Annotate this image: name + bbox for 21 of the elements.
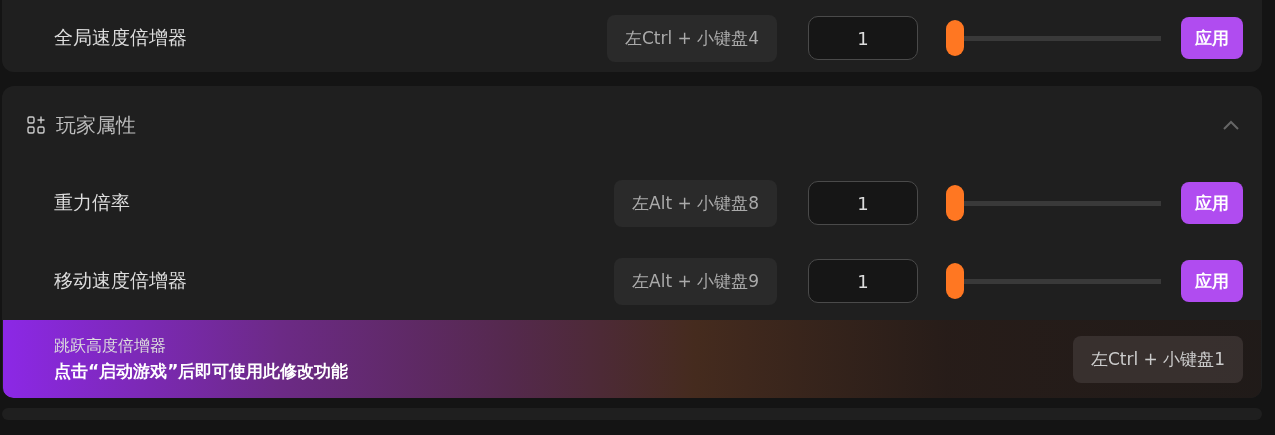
hotkey-badge[interactable]: 左Alt + 小键盘9 bbox=[614, 257, 777, 305]
setting-label: 重力倍率 bbox=[54, 190, 131, 215]
hotkey-badge[interactable]: 左Ctrl + 小键盘4 bbox=[606, 14, 777, 62]
chevron-icon[interactable] bbox=[1222, 120, 1240, 130]
notice-title: 跳跃高度倍增器 bbox=[54, 335, 166, 357]
hotkey-badge[interactable]: 左Alt + 小键盘8 bbox=[614, 179, 777, 227]
hotkey-badge: 左Ctrl + 小键盘1 bbox=[1072, 335, 1243, 383]
setting-label: 移动速度倍增器 bbox=[54, 268, 188, 293]
slider-thumb[interactable] bbox=[946, 185, 964, 221]
apply-button[interactable]: 应用 bbox=[1181, 17, 1243, 59]
value-field[interactable]: 1 bbox=[808, 16, 918, 60]
apply-button[interactable]: 应用 bbox=[1181, 260, 1243, 302]
slider-thumb[interactable] bbox=[946, 20, 964, 56]
value-field[interactable]: 1 bbox=[808, 181, 918, 225]
value-field[interactable]: 1 bbox=[808, 259, 918, 303]
slider-thumb[interactable] bbox=[946, 263, 964, 299]
apply-button[interactable]: 应用 bbox=[1181, 182, 1243, 224]
notice-message: 点击“启动游戏”后即可使用此修改功能 bbox=[54, 359, 349, 383]
section-title: 玩家属性 bbox=[56, 111, 137, 139]
setting-label: 全局速度倍增器 bbox=[54, 25, 188, 50]
grid-icon bbox=[26, 115, 46, 135]
